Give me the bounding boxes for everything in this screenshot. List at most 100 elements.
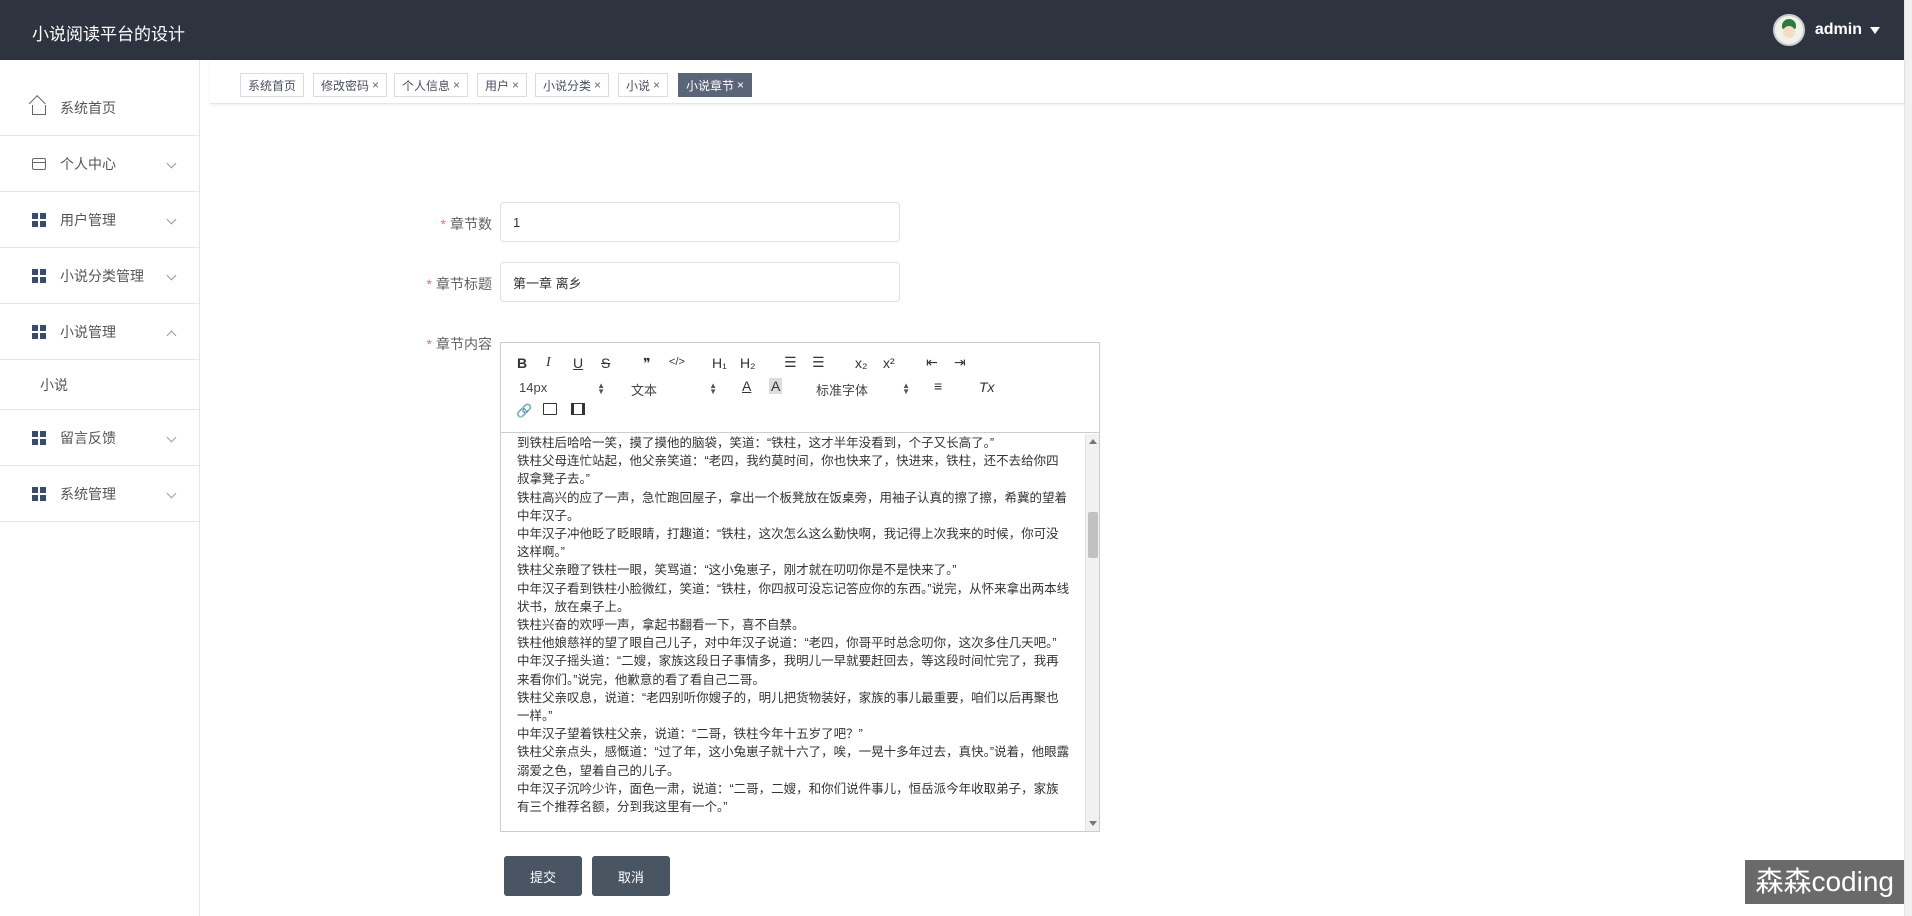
close-icon[interactable]: × xyxy=(594,78,601,92)
chevron-down-icon xyxy=(166,270,177,281)
up-down-icon: ▲ ▼ xyxy=(709,381,717,396)
header1-button[interactable]: H₁ xyxy=(712,355,727,371)
sidebar-item-label: 用户管理 xyxy=(60,211,116,228)
background-color-button[interactable]: A xyxy=(769,378,783,394)
font-family-select[interactable]: 标准字体 ▲ ▼ xyxy=(816,380,910,399)
content-paragraph: 中年汉子望着铁柱父亲，说道：“二哥，铁柱今年十五岁了吧？” xyxy=(517,727,863,742)
chapter-title-input[interactable]: 第一章 离乡 xyxy=(500,262,900,302)
close-icon[interactable]: × xyxy=(737,78,744,92)
chevron-down-icon xyxy=(166,158,177,169)
italic-button[interactable]: I xyxy=(546,355,551,371)
clean-format-button[interactable]: Tx xyxy=(979,379,995,395)
sidebar-item-user-management[interactable]: 用户管理 xyxy=(0,192,199,248)
ordered-list-button[interactable]: ☰ xyxy=(784,354,797,371)
home-icon xyxy=(32,104,46,115)
sidebar: 系统首页 个人中心 用户管理 小说分类管理 小说管理 小说 留言反馈 系统管理 xyxy=(0,60,200,916)
chapter-number-input[interactable]: 1 xyxy=(500,202,900,242)
scroll-down-icon[interactable] xyxy=(1089,821,1097,826)
video-icon[interactable] xyxy=(571,403,585,415)
code-block-button[interactable]: </> xyxy=(669,356,685,368)
chevron-down-icon xyxy=(166,488,177,499)
chapter-number-label: * 章节数 xyxy=(372,214,492,234)
chapter-content-label: * 章节内容 xyxy=(372,334,492,354)
tag-change-password[interactable]: 修改密码 × xyxy=(313,73,388,97)
caret-down-icon[interactable] xyxy=(1870,26,1880,34)
sidebar-subitem-novel[interactable]: 小说 xyxy=(0,360,199,410)
up-down-icon: ▲ ▼ xyxy=(597,381,605,396)
scroll-thumb[interactable] xyxy=(1088,512,1098,558)
link-icon[interactable]: 🔗 xyxy=(516,403,532,419)
top-header: 小说阅读平台的设计 admin xyxy=(0,0,1904,60)
tag-label: 小说 xyxy=(626,78,651,93)
sidebar-item-label: 个人中心 xyxy=(60,155,116,172)
scroll-up-icon[interactable] xyxy=(1089,439,1097,444)
close-icon[interactable]: × xyxy=(512,78,519,92)
tag-label: 用户 xyxy=(485,78,510,93)
tag-home[interactable]: 系统首页 xyxy=(240,73,305,97)
tag-label: 个人信息 xyxy=(402,78,451,93)
content-paragraph: 铁柱他娘慈祥的望了眼自己儿子，对中年汉子说道：“老四，你哥平时总念叨你，这次多住… xyxy=(517,636,1057,651)
underline-button[interactable]: U xyxy=(573,355,583,371)
content-paragraph: 铁柱父亲点头，感慨道：“过了年，这小兔崽子就十六了，唉，一晃十多年过去，真快。”… xyxy=(517,745,1070,778)
indent-button[interactable]: ⇥ xyxy=(954,354,966,371)
required-mark: * xyxy=(426,276,432,292)
font-size-select[interactable]: 14px ▲ ▼ xyxy=(519,380,605,396)
bullet-list-button[interactable]: ☰ xyxy=(812,354,825,371)
close-icon[interactable]: × xyxy=(453,78,460,92)
tag-label: 系统首页 xyxy=(248,78,297,93)
sidebar-item-home[interactable]: 系统首页 xyxy=(0,80,199,136)
avatar[interactable] xyxy=(1772,14,1805,46)
outdent-button[interactable]: ⇤ xyxy=(926,354,938,371)
user-name[interactable]: admin xyxy=(1815,21,1862,39)
grid-icon xyxy=(32,212,46,227)
content-paragraph: 铁柱父亲瞪了铁柱一眼，笑骂道：“这小兔崽子，刚才就在叨叨你是不是快来了。” xyxy=(517,563,957,578)
tag-novel[interactable]: 小说 × xyxy=(618,73,669,97)
submit-button[interactable]: 提交 xyxy=(504,856,582,896)
strike-button[interactable]: S xyxy=(601,355,610,371)
sidebar-item-novel-management[interactable]: 小说管理 xyxy=(0,304,199,360)
image-icon[interactable] xyxy=(543,403,557,415)
grid-icon xyxy=(32,268,46,283)
sidebar-item-personal-center[interactable]: 个人中心 xyxy=(0,136,199,192)
superscript-button[interactable]: x² xyxy=(883,355,895,371)
font-color-button[interactable]: A xyxy=(742,378,751,394)
label-text: 章节数 xyxy=(450,216,492,232)
tag-profile[interactable]: 个人信息 × xyxy=(394,73,469,97)
tag-label: 小说分类 xyxy=(543,78,592,93)
close-icon[interactable]: × xyxy=(653,78,660,92)
editor-scrollbar[interactable] xyxy=(1085,434,1099,831)
content-paragraph: 铁柱父亲叹息，说道：“老四别听你嫂子的，明儿把货物装好，家族的事儿最重要，咱们以… xyxy=(517,690,1059,724)
watermark: 森森coding xyxy=(1745,860,1904,904)
sidebar-item-category-management[interactable]: 小说分类管理 xyxy=(0,248,199,304)
subscript-button[interactable]: x₂ xyxy=(855,355,867,371)
header2-button[interactable]: H₂ xyxy=(740,355,756,371)
content-paragraph: 铁柱父母连忙站起，他父亲笑道：“老四，我约莫时间，你也快来了，快进来，铁柱，还不… xyxy=(517,454,1059,487)
content-paragraph: 铁柱兴奋的欢呼一声，拿起书翻看一下，喜不自禁。 xyxy=(517,618,805,633)
rich-text-editor[interactable]: B I U S ❞ </> H₁ H₂ ☰ ☰ x₂ x² ⇤ ⇥ 14px ▲… xyxy=(500,342,1100,832)
sidebar-item-feedback[interactable]: 留言反馈 xyxy=(0,410,199,466)
close-icon[interactable]: × xyxy=(372,78,379,92)
grid-icon xyxy=(32,324,46,339)
grid-icon xyxy=(32,486,46,501)
align-button[interactable]: ≡ xyxy=(934,378,942,394)
tag-label: 修改密码 xyxy=(321,78,370,93)
editor-content[interactable]: 到铁柱后哈哈一笑，摸了摸他的脑袋，笑道：“铁柱，这才半年没看到，个子又长高了。”… xyxy=(501,434,1085,831)
text-type-value: 文本 xyxy=(631,383,658,398)
text-type-select[interactable]: 文本 ▲ ▼ xyxy=(631,380,717,399)
editor-toolbar: B I U S ❞ </> H₁ H₂ ☰ ☰ x₂ x² ⇤ ⇥ 14px ▲… xyxy=(501,343,1099,433)
blockquote-button[interactable]: ❞ xyxy=(643,355,651,372)
tag-user[interactable]: 用户 × xyxy=(477,73,528,97)
sidebar-item-label: 小说分类管理 xyxy=(60,267,144,284)
cancel-button[interactable]: 取消 xyxy=(592,856,670,896)
required-mark: * xyxy=(440,216,446,232)
sidebar-item-system-management[interactable]: 系统管理 xyxy=(0,466,199,522)
tag-novel-category[interactable]: 小说分类 × xyxy=(535,73,610,97)
user-menu[interactable]: admin xyxy=(1772,14,1880,46)
tag-label: 小说章节 xyxy=(686,78,735,93)
content-paragraph: 中年汉子沉吟少许，面色一肃，说道：“二哥，二嫂，和你们说件事儿，恒岳派今年收取弟… xyxy=(517,781,1059,815)
tag-novel-chapter[interactable]: 小说章节 × xyxy=(678,73,753,97)
up-down-icon: ▲ ▼ xyxy=(902,381,910,396)
content-paragraph: 到铁柱后哈哈一笑，摸了摸他的脑袋，笑道：“铁柱，这才半年没看到，个子又长高了。” xyxy=(517,436,995,450)
bold-button[interactable]: B xyxy=(517,355,527,371)
page-scrollbar[interactable] xyxy=(1904,0,1912,916)
